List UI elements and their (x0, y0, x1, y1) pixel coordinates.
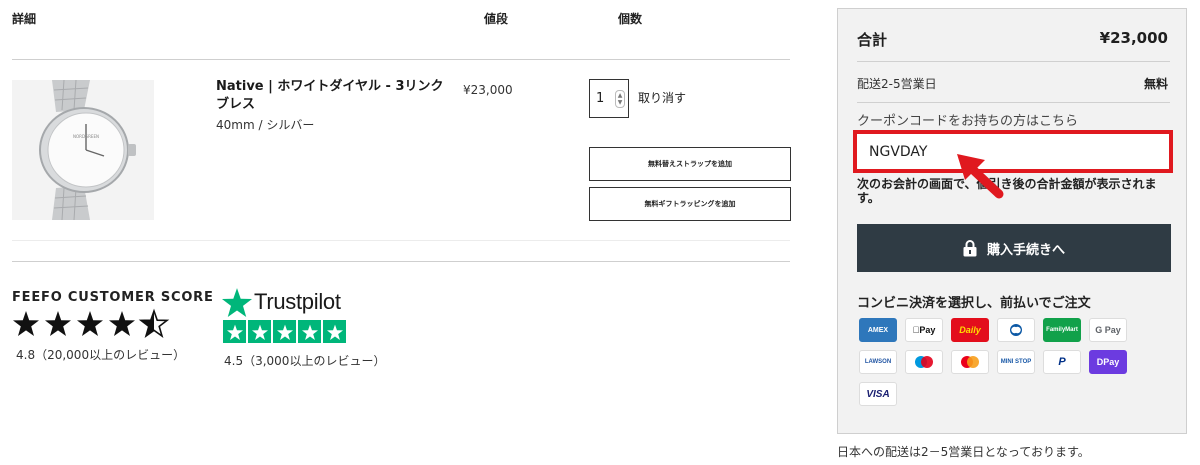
lawson-icon: LAWSON (859, 350, 897, 374)
daily-yamazaki-icon: Daily (951, 318, 989, 342)
quantity-value: 1 (596, 91, 605, 106)
reviews-divider (12, 261, 790, 262)
product-variant: 40mm / シルバー (216, 118, 315, 132)
summary-divider (857, 102, 1170, 103)
coupon-code-input[interactable] (853, 130, 1173, 173)
star-icon (45, 311, 71, 336)
google-pay-icon: G Pay (1089, 318, 1127, 342)
trustpilot-brand: Trustpilot (254, 289, 341, 314)
remove-item-link[interactable]: 取り消す (638, 89, 686, 106)
trustpilot-star-icon (222, 288, 252, 317)
trustpilot-score: 4.5（3,000以上のレビュー） (224, 354, 386, 368)
amex-icon: AMEX (859, 318, 897, 342)
star-icon (248, 320, 271, 343)
checkout-button[interactable]: 購入手続きへ (857, 224, 1171, 272)
header-divider (12, 59, 790, 60)
chevron-down-icon[interactable]: ▼ (618, 99, 623, 106)
payment-methods: AMEX Pay Daily D FamilyMart G Pay LAWSO… (859, 318, 1159, 406)
trustpilot-rating-stars (223, 320, 346, 343)
quantity-spinner[interactable]: ▲ ▼ (615, 90, 625, 108)
shipping-value: 無料 (1143, 77, 1168, 91)
visa-icon: VISA (859, 382, 897, 406)
chevron-up-icon[interactable]: ▲ (618, 92, 623, 99)
trustpilot-logo[interactable]: Trustpilot (222, 286, 341, 318)
d-pay-label: Pay (1103, 357, 1120, 367)
product-price: ¥23,000 (463, 83, 513, 97)
feefo-title: FEEFO CUSTOMER SCORE (12, 290, 214, 305)
svg-text:NORDGREEN: NORDGREEN (73, 134, 99, 139)
product-image[interactable]: NORDGREEN (12, 80, 154, 220)
column-header-price: 値段 (484, 12, 509, 26)
total-value: ¥23,000 (1099, 29, 1168, 47)
column-header-quantity: 個数 (618, 12, 643, 26)
ministop-icon: MINI STOP (997, 350, 1035, 374)
item-divider (12, 240, 790, 241)
feefo-score: 4.8（20,000以上のレビュー） (16, 348, 186, 362)
maestro-icon (905, 350, 943, 374)
star-icon (223, 320, 246, 343)
star-icon (298, 320, 321, 343)
watch-illustration: NORDGREEN (39, 80, 136, 220)
star-icon (273, 320, 296, 343)
add-free-strap-button[interactable]: 無料替えストラップを追加 (589, 147, 791, 181)
summary-divider (857, 61, 1170, 62)
shipping-label: 配送2-5営業日 (857, 77, 937, 91)
column-header-detail: 詳細 (12, 12, 37, 26)
checkout-label: 購入手続きへ (986, 242, 1065, 258)
feefo-rating-stars (13, 310, 168, 337)
delivery-note: 日本への配送は2－5営業日となっております。 (837, 445, 1090, 459)
star-icon (323, 320, 346, 343)
quantity-stepper[interactable]: 1 ▲ ▼ (589, 79, 629, 118)
star-icon (109, 311, 135, 336)
star-icon (77, 311, 103, 336)
familymart-icon: FamilyMart (1043, 318, 1081, 342)
lock-icon (963, 239, 977, 256)
payment-title: コンビニ決済を選択し、前払いでご注文 (857, 296, 1091, 311)
total-label: 合計 (857, 31, 888, 49)
coupon-note: 次のお会計の画面で、値引き後の合計金額が表示されます。 (857, 177, 1157, 205)
star-icon (13, 311, 39, 336)
product-name[interactable]: Native | ホワイトダイヤル - 3リンクブレス (216, 78, 454, 114)
add-gift-wrapping-button[interactable]: 無料ギフトラッピングを追加 (589, 187, 791, 221)
mastercard-icon (951, 350, 989, 374)
apple-pay-icon: Pay (905, 318, 943, 342)
coupon-prompt: クーポンコードをお持ちの方はこちら (857, 114, 1079, 129)
paypal-icon: P (1043, 350, 1081, 374)
diners-club-icon: D (997, 318, 1035, 342)
d-pay-icon: D Pay (1089, 350, 1127, 374)
order-summary-panel: 合計 ¥23,000 配送2-5営業日 無料 クーポンコードをお持ちの方はこちら… (837, 8, 1187, 434)
half-star-icon (140, 310, 168, 337)
apple-pay-label: Pay (915, 325, 935, 335)
